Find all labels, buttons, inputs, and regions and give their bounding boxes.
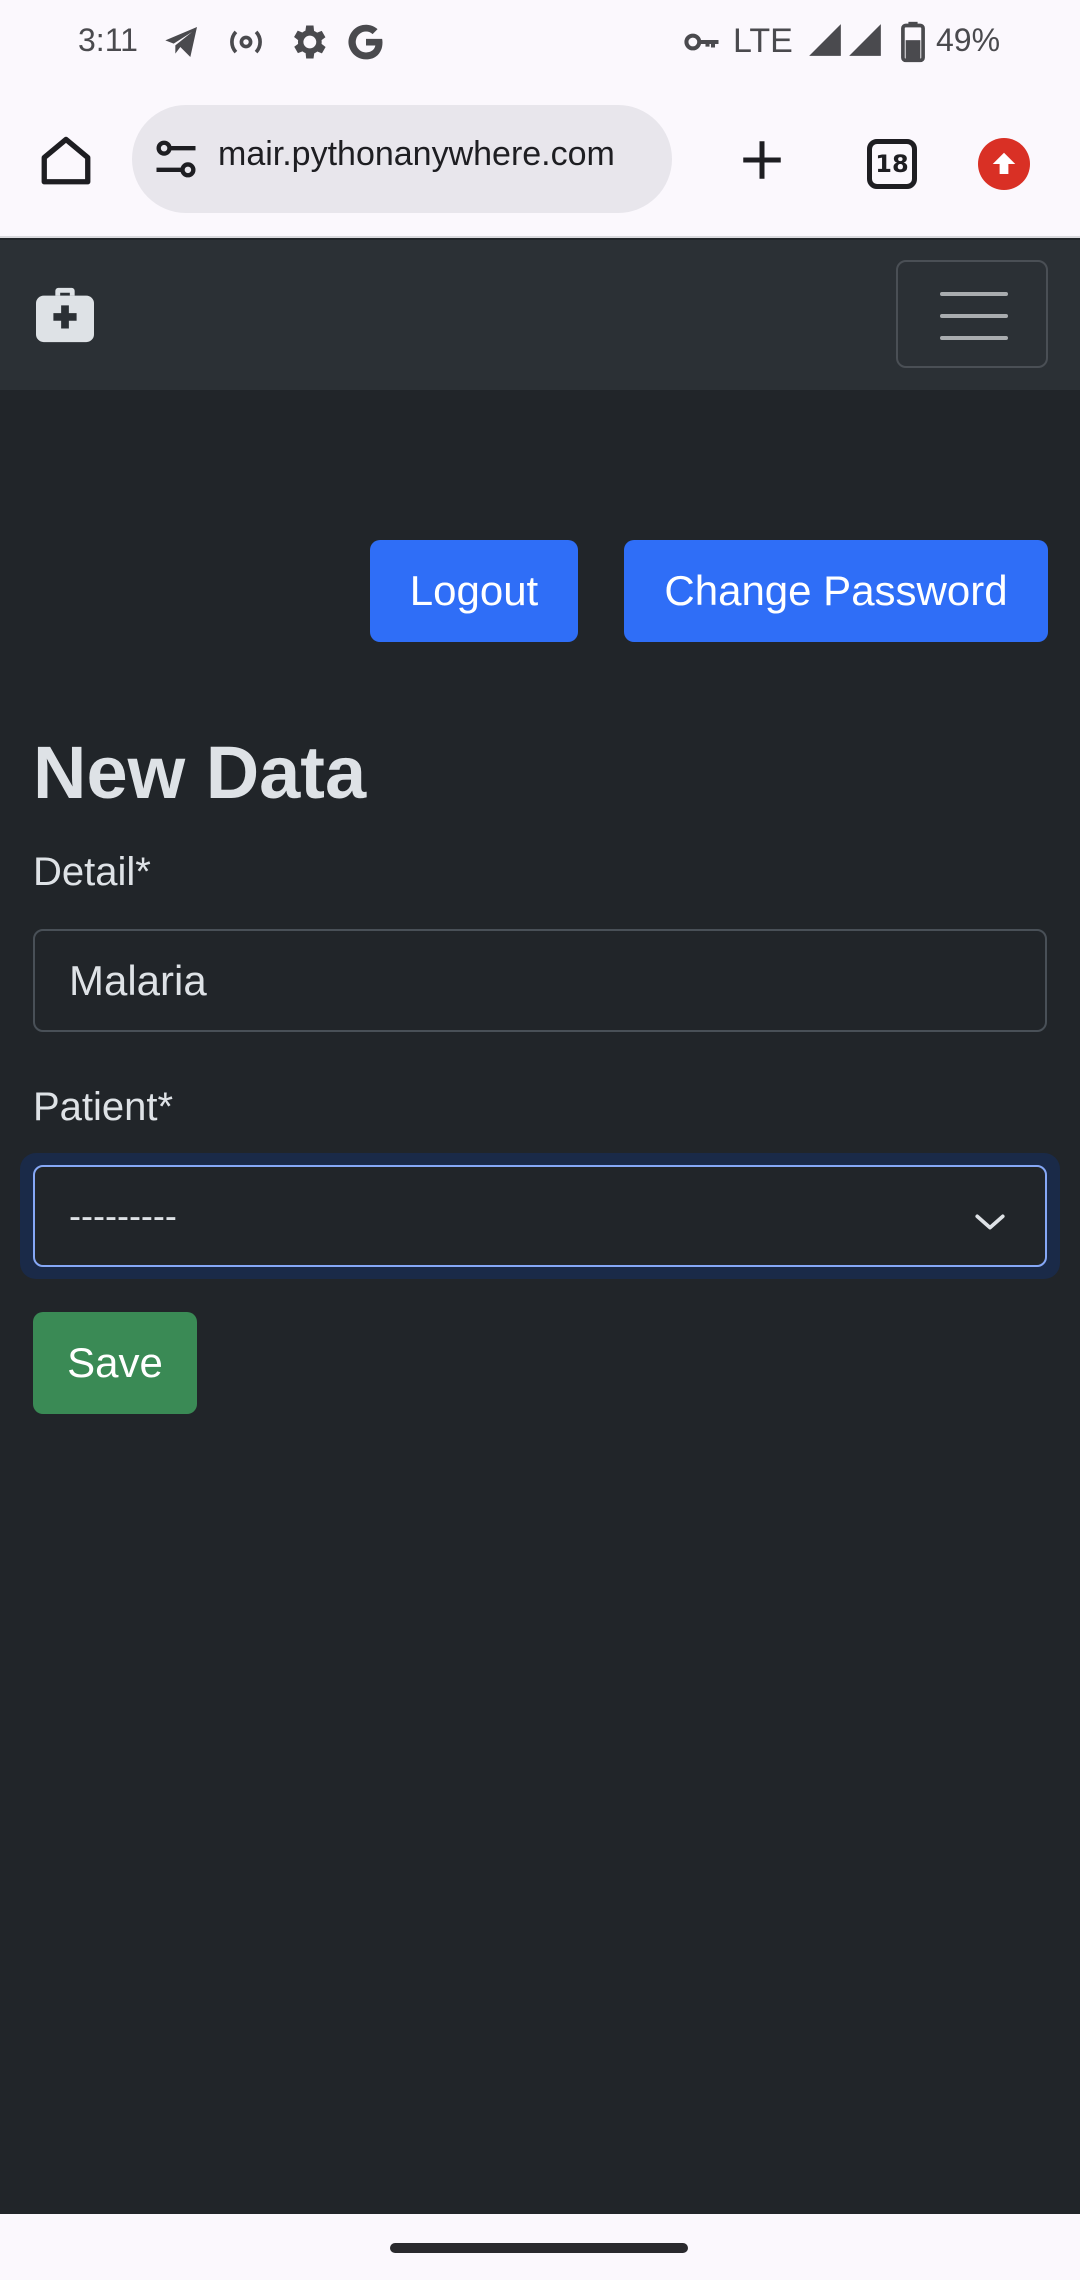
vpn-key-icon <box>680 20 724 72</box>
save-button[interactable]: Save <box>33 1312 197 1414</box>
patient-select-focus-ring: --------- <box>20 1153 1060 1279</box>
detail-input[interactable]: Malaria <box>33 929 1047 1032</box>
update-arrow-icon <box>978 138 1030 190</box>
detail-value: Malaria <box>69 956 207 1004</box>
address-bar[interactable]: mair.pythonanywhere.com <box>132 105 672 213</box>
status-time: 3:11 <box>78 22 138 58</box>
home-icon <box>37 131 95 194</box>
page-title: New Data <box>33 731 367 814</box>
tab-count: 18 <box>867 139 917 189</box>
navbar-toggle-button[interactable] <box>896 260 1048 368</box>
chevron-down-icon <box>973 1203 1007 1245</box>
site-settings-icon[interactable] <box>150 133 202 190</box>
settings-icon <box>286 20 330 72</box>
patient-selected-value: --------- <box>69 1195 177 1236</box>
tab-switcher-button[interactable]: 18 <box>856 132 928 196</box>
status-bar: 3:11 LTE 49% <box>0 0 1080 88</box>
google-icon <box>344 20 388 72</box>
network-type: LTE <box>733 22 793 60</box>
browser-toolbar: mair.pythonanywhere.com 18 <box>0 88 1080 238</box>
url-text[interactable]: mair.pythonanywhere.com <box>218 135 615 174</box>
signal-icon <box>846 20 884 68</box>
update-button[interactable] <box>974 134 1034 194</box>
signal-icon <box>806 20 844 68</box>
home-gesture-handle[interactable] <box>390 2243 688 2253</box>
battery-icon <box>898 20 928 72</box>
home-button[interactable] <box>30 126 102 198</box>
medical-bag-icon[interactable] <box>34 286 96 349</box>
detail-label: Detail* <box>33 850 151 894</box>
app-navbar <box>0 240 1080 390</box>
battery-percent: 49% <box>936 22 1001 58</box>
logout-button[interactable]: Logout <box>370 540 578 642</box>
change-password-button[interactable]: Change Password <box>624 540 1048 642</box>
patient-select[interactable]: --------- <box>33 1165 1047 1267</box>
hotspot-icon <box>224 20 268 72</box>
plus-icon <box>737 135 787 190</box>
patient-label: Patient* <box>33 1085 174 1129</box>
new-tab-button[interactable] <box>726 126 798 198</box>
gesture-nav-bar <box>0 2214 1080 2280</box>
telegram-icon <box>162 20 202 72</box>
